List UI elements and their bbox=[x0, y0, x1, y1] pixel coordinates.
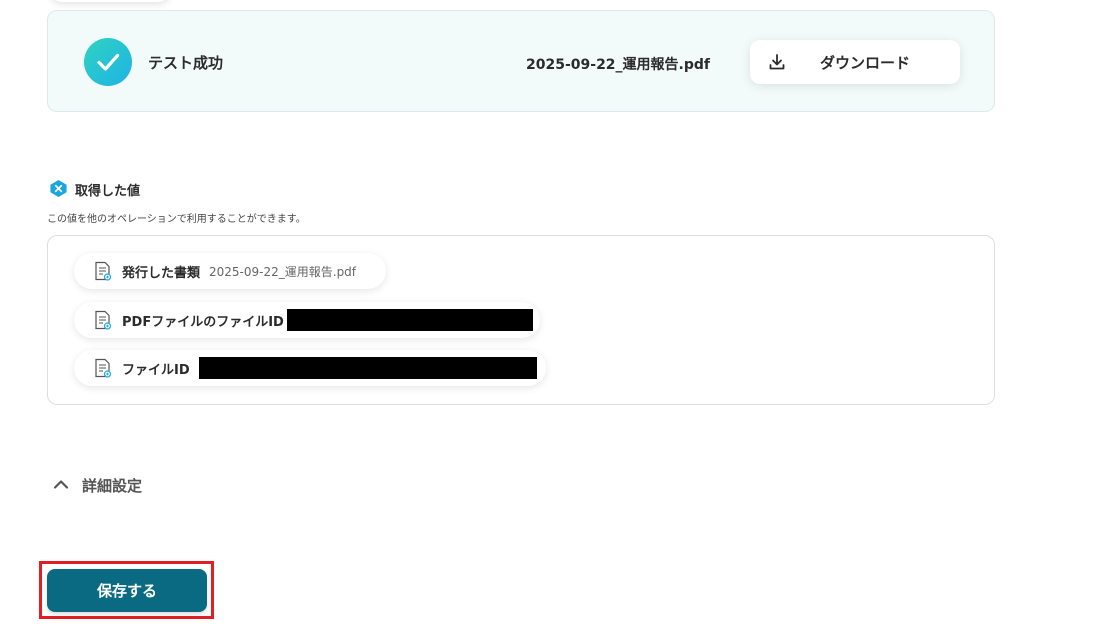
save-button[interactable]: 保存する bbox=[47, 569, 207, 612]
value-chip-label: ファイルID bbox=[122, 362, 190, 378]
acquired-values-description: この値を他のオペレーションで利用することができます。 bbox=[47, 214, 306, 225]
download-button-label: ダウンロード bbox=[820, 54, 911, 72]
acquired-values-title: 取得した値 bbox=[75, 184, 141, 199]
download-button[interactable]: ダウンロード bbox=[750, 40, 960, 84]
redacted-value bbox=[286, 309, 533, 331]
previous-panel-tab bbox=[50, 0, 170, 2]
value-chip-label: PDFファイルのファイルID bbox=[122, 314, 284, 330]
document-icon bbox=[95, 358, 112, 378]
acquired-values-list: 発行した書類 2025-09-22_運用報告.pdf PDFファイルのファイルI… bbox=[47, 235, 995, 405]
advanced-settings-label: 詳細設定 bbox=[82, 477, 143, 495]
test-status-label: テスト成功 bbox=[148, 54, 224, 72]
document-icon bbox=[95, 261, 112, 281]
value-chip-issued-document[interactable]: 発行した書類 2025-09-22_運用報告.pdf bbox=[74, 253, 386, 289]
download-icon bbox=[769, 54, 785, 70]
chevron-up-icon bbox=[53, 480, 69, 489]
value-chip-label: 発行した書類 bbox=[122, 265, 201, 281]
check-circle-icon bbox=[84, 38, 132, 86]
page-root: テスト成功 2025-09-22_運用報告.pdf ダウンロード 取得した値 こ… bbox=[0, 0, 1112, 638]
variable-x-icon bbox=[50, 179, 67, 198]
value-chip-file-id[interactable]: ファイルID bbox=[74, 350, 546, 386]
value-chip-value: 2025-09-22_運用報告.pdf bbox=[209, 264, 357, 279]
document-icon bbox=[95, 310, 112, 330]
value-chip-pdf-file-id[interactable]: PDFファイルのファイルID bbox=[74, 302, 540, 338]
result-file-name: 2025-09-22_運用報告.pdf bbox=[526, 57, 711, 73]
test-result-card: テスト成功 2025-09-22_運用報告.pdf ダウンロード bbox=[47, 10, 995, 112]
redacted-value bbox=[198, 357, 537, 379]
